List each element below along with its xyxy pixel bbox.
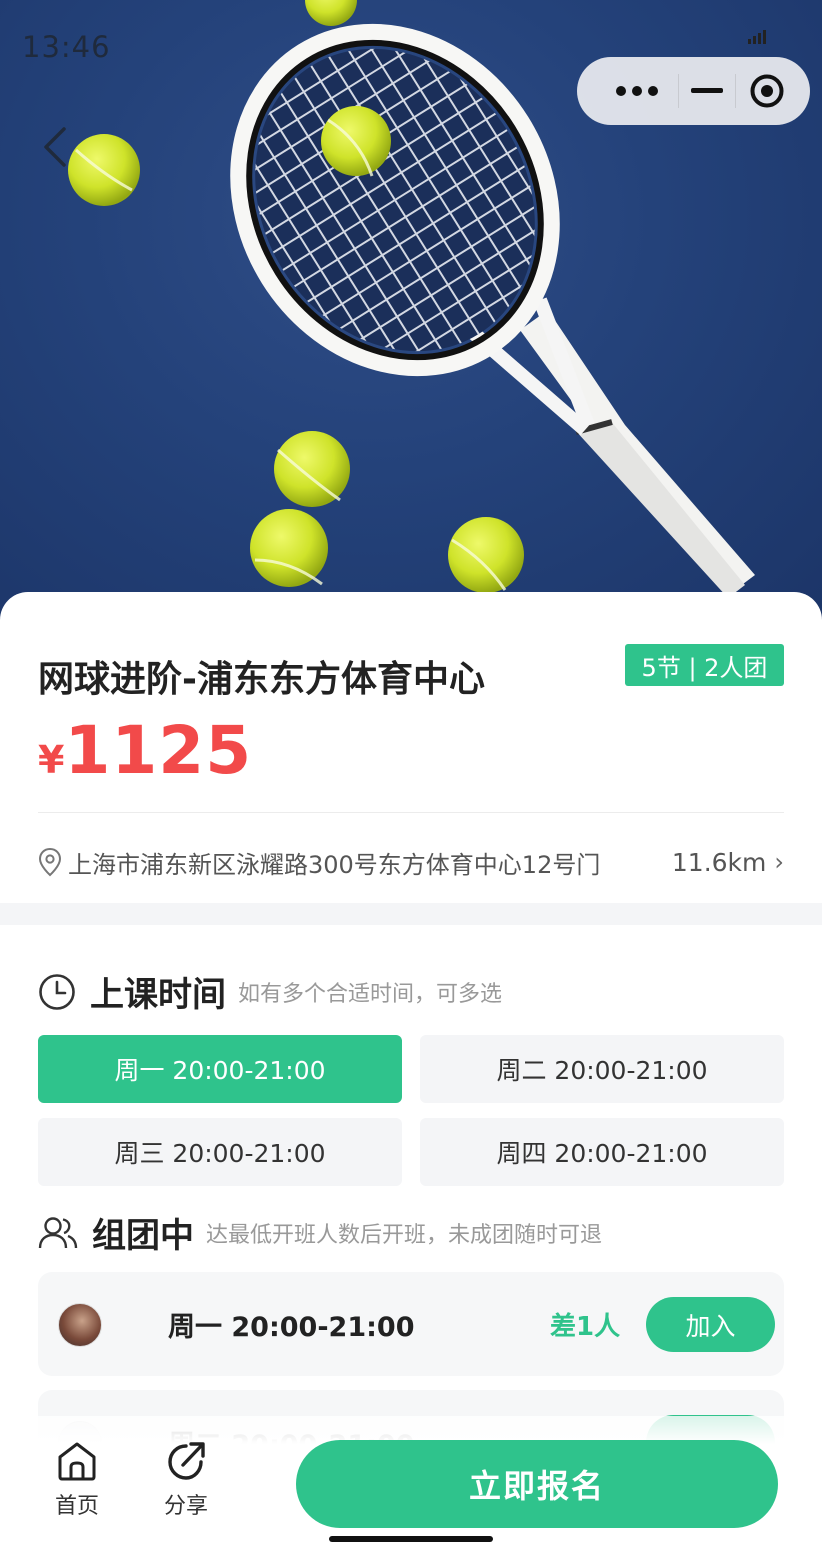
- tab-home-label: 首页: [54, 1494, 99, 1519]
- time-slot-mon[interactable]: 周一 20:00-21:00: [38, 1035, 402, 1103]
- group-card: 周一 20:00-21:00 差1人 加入: [38, 1272, 784, 1376]
- home-icon: [58, 1442, 96, 1481]
- groups-title: 组团中: [92, 1216, 194, 1256]
- signal-icon: [748, 30, 766, 44]
- capsule-divider: [678, 74, 679, 108]
- groups-header: 组团中 达最低开班人数后开班，未成团随时可退: [38, 1208, 602, 1257]
- close-button[interactable]: [739, 57, 795, 125]
- join-button[interactable]: 加入: [646, 1297, 775, 1352]
- course-title: 网球进阶-浦东东方体育中心: [38, 659, 485, 700]
- enroll-button[interactable]: 立即报名: [296, 1440, 778, 1528]
- section-gap: [0, 903, 822, 925]
- group-need: 差1人: [550, 1311, 621, 1342]
- status-time: 13:46: [22, 30, 111, 64]
- tab-home[interactable]: 首页: [37, 1440, 117, 1520]
- time-slot-thu[interactable]: 周四 20:00-21:00: [420, 1118, 784, 1186]
- distance: 11.6km: [671, 847, 767, 877]
- time-slot-tue[interactable]: 周二 20:00-21:00: [420, 1035, 784, 1103]
- schedule-subtitle: 如有多个合适时间，可多选: [238, 981, 503, 1007]
- time-slot-wed[interactable]: 周三 20:00-21:00: [38, 1118, 402, 1186]
- mini-program-capsule: [577, 57, 810, 125]
- groups-subtitle: 达最低开班人数后开班，未成团随时可退: [206, 1222, 603, 1248]
- back-button[interactable]: [40, 122, 84, 172]
- hero-image: 13:46: [0, 0, 822, 620]
- more-button[interactable]: [597, 57, 677, 125]
- minimize-button[interactable]: [681, 57, 733, 125]
- minimize-icon: [691, 88, 723, 93]
- divider: [38, 812, 784, 813]
- price: ¥1125: [38, 712, 252, 789]
- home-indicator: [329, 1536, 493, 1542]
- tab-share-label: 分享: [163, 1494, 208, 1519]
- currency-symbol: ¥: [38, 738, 65, 782]
- price-value: 1125: [64, 712, 253, 789]
- tab-share[interactable]: 分享: [146, 1440, 226, 1520]
- capsule-divider: [735, 74, 736, 108]
- address-row[interactable]: 上海市浦东新区泳耀路300号东方体育中心12号门 11.6km ›: [38, 842, 784, 882]
- more-dots-icon: [616, 86, 658, 96]
- schedule-header: 上课时间 如有多个合适时间，可多选: [38, 967, 502, 1016]
- people-icon: [38, 1216, 78, 1248]
- address-text: 上海市浦东新区泳耀路300号东方体育中心12号门: [68, 850, 601, 879]
- share-icon: [168, 1442, 205, 1480]
- clock-icon: [39, 973, 75, 1010]
- target-circle-icon: [750, 74, 784, 108]
- lesson-badge: 5节 | 2人团: [625, 644, 784, 686]
- chevron-left-icon: [44, 127, 66, 167]
- location-pin-icon: [38, 847, 62, 877]
- schedule-title: 上课时间: [90, 975, 226, 1015]
- group-time: 周一 20:00-21:00: [168, 1311, 415, 1343]
- avatar: [58, 1303, 102, 1347]
- chevron-right-icon: ›: [774, 848, 784, 876]
